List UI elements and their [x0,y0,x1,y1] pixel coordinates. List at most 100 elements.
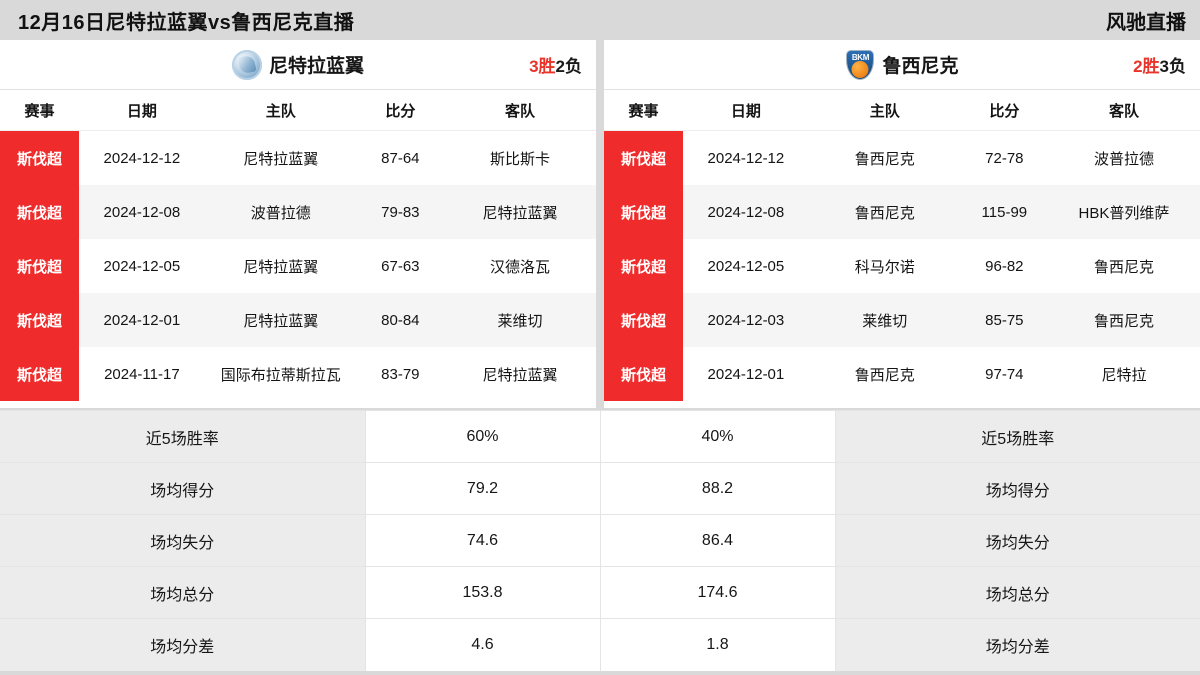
home-team: 鲁西尼克 [808,185,961,239]
left-team-panel: 尼特拉蓝翼 3胜2负 赛事 日期 主队 比分 客队 斯伐超 2024-12-12… [0,40,596,408]
match-score: 115-99 [960,185,1048,239]
stats-comparison-table: 近5场胜率 60% 40% 近5场胜率 场均得分 79.2 88.2 场均得分 … [0,410,1200,671]
league-badge: 斯伐超 [0,347,80,401]
table-row[interactable]: 斯伐超 2024-12-05 科马尔诺 96-82 鲁西尼克 [604,239,1200,293]
left-table-header-row: 赛事 日期 主队 比分 客队 [0,90,596,131]
stat-label-left: 近5场胜率 [0,410,366,463]
stat-row: 场均总分 153.8 174.6 场均总分 [0,566,1200,619]
right-team-name: 鲁西尼克 [882,56,959,77]
match-score: 67-63 [381,257,420,275]
page-title: 12月16日尼特拉蓝翼vs鲁西尼克直播 [18,11,355,34]
stat-value-right: 86.4 [599,514,836,567]
column-header-score: 比分 [356,90,444,131]
league-badge: 斯伐超 [0,239,80,293]
column-header-date: 日期 [79,90,205,131]
match-date: 2024-12-05 [707,257,785,275]
match-score: 80-84 [356,293,444,347]
match-score: 87-64 [381,149,420,167]
left-team-name: 尼特拉蓝翼 [268,56,364,77]
stat-label-right: 近5场胜率 [834,410,1200,463]
match-score: 96-82 [985,257,1024,275]
stat-value-right: 40% [599,410,836,463]
match-score: 97-74 [985,365,1024,383]
table-row[interactable]: 斯伐超 2024-11-17 国际布拉蒂斯拉瓦 83-79 尼特拉蓝翼 [0,347,596,401]
home-team: 鲁西尼克 [854,366,915,384]
away-team: 波普拉德 [1093,150,1154,168]
column-header-score: 比分 [960,90,1048,131]
column-header-home: 主队 [204,90,357,131]
table-row[interactable]: 斯伐超 2024-12-03 莱维切 85-75 鲁西尼克 [604,293,1200,347]
right-match-table: 赛事 日期 主队 比分 客队 斯伐超 2024-12-12 鲁西尼克 72-78… [604,90,1200,401]
stat-row: 场均分差 4.6 1.8 场均分差 [0,618,1200,671]
stat-label-left: 场均得分 [0,462,366,515]
home-team: 科马尔诺 [854,258,915,276]
stat-label-right: 场均总分 [834,566,1200,619]
stat-row: 近5场胜率 60% 40% 近5场胜率 [0,410,1200,463]
right-team-losses: 3负 [1159,57,1186,76]
table-row[interactable]: 斯伐超 2024-12-01 尼特拉蓝翼 80-84 莱维切 [0,293,596,347]
stat-label-left: 场均失分 [0,514,366,567]
league-badge: 斯伐超 [604,347,684,401]
away-team: 尼特拉 [1101,366,1147,384]
stat-value-left: 153.8 [364,566,601,619]
left-team-record: 3胜2负 [529,52,582,77]
stat-row: 场均失分 74.6 86.4 场均失分 [0,514,1200,567]
right-team-panel: BKM 鲁西尼克 2胜3负 赛事 日期 主队 比分 客队 斯伐超 2024-12… [604,40,1200,408]
table-row[interactable]: 斯伐超 2024-12-08 鲁西尼克 115-99 HBK普列维萨 [604,185,1200,239]
away-team: 尼特拉蓝翼 [482,366,558,384]
away-team: 莱维切 [443,293,596,347]
away-team: 鲁西尼克 [1047,293,1200,347]
site-brand: 风驰直播 [1106,11,1186,34]
match-score: 79-83 [356,185,444,239]
right-team-wins: 2胜 [1133,57,1160,76]
column-header-away: 客队 [443,90,596,131]
table-row[interactable]: 斯伐超 2024-12-12 鲁西尼克 72-78 波普拉德 [604,130,1200,185]
match-date: 2024-12-01 [707,365,785,383]
stat-label-right: 场均分差 [834,618,1200,671]
match-date: 2024-12-12 [103,149,181,167]
league-badge: 斯伐超 [0,130,80,185]
column-header-away: 客队 [1047,90,1200,131]
match-score: 85-75 [960,293,1048,347]
left-team-losses: 2负 [555,57,582,76]
away-team: HBK普列维萨 [1047,185,1200,239]
stat-value-left: 4.6 [364,618,601,671]
stat-value-right: 88.2 [599,462,836,515]
stat-label-right: 场均失分 [834,514,1200,567]
left-match-table: 赛事 日期 主队 比分 客队 斯伐超 2024-12-12 尼特拉蓝翼 87-6… [0,90,596,401]
match-date: 2024-12-08 [683,185,809,239]
left-team-header: 尼特拉蓝翼 3胜2负 [0,40,596,90]
stat-label-left: 场均分差 [0,618,366,671]
column-header-home: 主队 [808,90,961,131]
table-row[interactable]: 斯伐超 2024-12-01 鲁西尼克 97-74 尼特拉 [604,347,1200,401]
stat-value-left: 74.6 [364,514,601,567]
stat-value-left: 60% [364,410,601,463]
league-badge: 斯伐超 [604,239,684,293]
match-date: 2024-12-01 [79,293,205,347]
league-badge: 斯伐超 [604,185,684,239]
right-table-header-row: 赛事 日期 主队 比分 客队 [604,90,1200,131]
column-header-league: 赛事 [0,90,80,131]
table-row[interactable]: 斯伐超 2024-12-08 波普拉德 79-83 尼特拉蓝翼 [0,185,596,239]
column-header-league: 赛事 [604,90,684,131]
match-date: 2024-12-03 [683,293,809,347]
stat-row: 场均得分 79.2 88.2 场均得分 [0,462,1200,515]
left-team-identity: 尼特拉蓝翼 [0,49,596,80]
match-date: 2024-12-05 [103,257,181,275]
home-team: 尼特拉蓝翼 [243,150,319,168]
table-row[interactable]: 斯伐超 2024-12-05 尼特拉蓝翼 67-63 汉德洛瓦 [0,239,596,293]
away-team: 尼特拉蓝翼 [443,185,596,239]
home-team: 波普拉德 [204,185,357,239]
home-team: 莱维切 [808,293,961,347]
match-score: 72-78 [985,149,1024,167]
away-team: 斯比斯卡 [489,150,550,168]
league-badge: 斯伐超 [604,130,684,185]
league-badge: 斯伐超 [0,185,80,239]
right-team-record: 2胜3负 [1133,52,1186,77]
right-team-header: BKM 鲁西尼克 2胜3负 [604,40,1200,90]
table-row[interactable]: 斯伐超 2024-12-12 尼特拉蓝翼 87-64 斯比斯卡 [0,130,596,185]
match-score: 83-79 [381,365,420,383]
league-badge: 斯伐超 [604,293,684,347]
stat-label-left: 场均总分 [0,566,366,619]
page-header: 12月16日尼特拉蓝翼vs鲁西尼克直播 风驰直播 [0,0,1200,40]
